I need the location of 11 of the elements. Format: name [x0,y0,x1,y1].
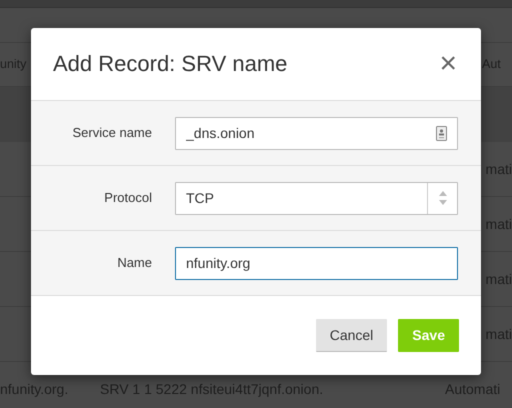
field-label: Protocol [103,189,152,208]
input-field[interactable]: nfunity.org [175,246,458,280]
cancel-button[interactable]: Cancel [316,319,388,352]
input-field[interactable]: _dns.onion [175,116,458,150]
field-label: Service name [72,124,152,142]
up-down-arrows-icon [438,191,446,205]
close-button[interactable]: × [437,49,459,79]
protocol-select[interactable]: TCP [175,182,458,214]
field-label: Name [116,254,152,272]
dialog-title: Add Record: SRV name [53,50,288,78]
contact-card-icon [436,126,447,140]
